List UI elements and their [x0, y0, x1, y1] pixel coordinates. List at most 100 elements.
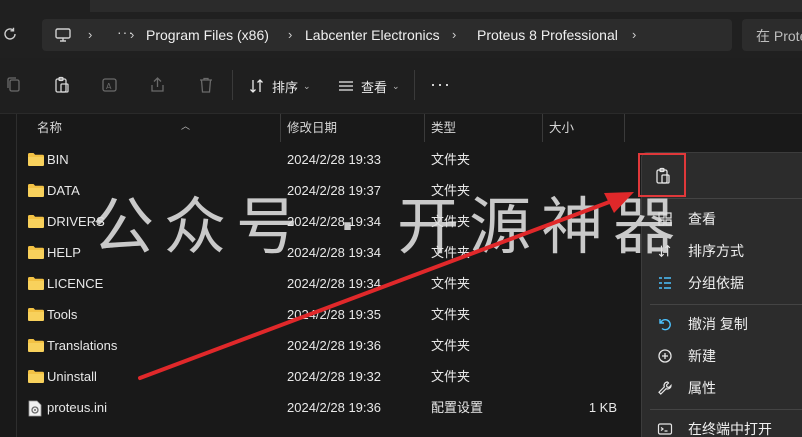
folder-icon: [27, 307, 45, 322]
menu-item-open-terminal[interactable]: 在终端中打开: [642, 413, 802, 437]
menu-item-properties[interactable]: 属性: [642, 372, 802, 404]
folder-icon: [27, 183, 45, 198]
menu-item-terminal-label: 在终端中打开: [688, 421, 772, 437]
view-label: 查看: [361, 79, 388, 95]
sort-label: 排序: [272, 79, 299, 95]
breadcrumb-program-files[interactable]: Program Files (x86): [146, 25, 269, 45]
wrench-icon: [658, 381, 672, 395]
folder-icon: [27, 214, 45, 229]
rename-icon[interactable]: A: [100, 75, 122, 97]
menu-separator: [650, 409, 802, 410]
table-row[interactable]: Tools 2024/2/28 19:35 文件夹: [17, 299, 637, 330]
copy-icon[interactable]: [4, 75, 26, 97]
table-row[interactable]: LICENCE 2024/2/28 19:34 文件夹: [17, 268, 637, 299]
file-size: [547, 268, 617, 299]
folder-icon: [27, 245, 45, 260]
title-strip: [0, 0, 802, 12]
paste-icon[interactable]: [52, 75, 74, 97]
file-size: [547, 361, 617, 392]
chevron-right-icon[interactable]: ›: [452, 25, 456, 45]
file-type: 文件夹: [431, 307, 471, 322]
group-icon: [659, 277, 671, 289]
address-bar[interactable]: › ··· › Program Files (x86) › Labcenter …: [42, 19, 732, 51]
file-name: HELP: [47, 245, 81, 260]
address-row: › ··· › Program Files (x86) › Labcenter …: [0, 12, 802, 58]
table-row[interactable]: BIN 2024/2/28 19:33 文件夹: [17, 144, 637, 175]
menu-item-undo-label: 撤消 复制: [688, 316, 748, 332]
file-size: [547, 299, 617, 330]
delete-icon[interactable]: [196, 75, 218, 97]
folder-icon: [27, 276, 45, 291]
menu-item-group-label: 分组依据: [688, 275, 744, 291]
table-row[interactable]: Uninstall 2024/2/28 19:32 文件夹: [17, 361, 637, 392]
breadcrumb-labcenter[interactable]: Labcenter Electronics: [305, 25, 440, 45]
column-header-name[interactable]: 名称 ︿: [31, 114, 281, 142]
toolbar-divider: [414, 70, 415, 100]
chevron-down-icon: ⌄: [303, 80, 311, 91]
table-row[interactable]: Translations 2024/2/28 19:36 文件夹: [17, 330, 637, 361]
file-name: BIN: [47, 152, 69, 167]
breadcrumb-proteus[interactable]: Proteus 8 Professional: [477, 25, 618, 45]
file-type: 文件夹: [431, 276, 471, 291]
settings-file-icon: [27, 400, 45, 417]
share-icon[interactable]: [148, 75, 170, 97]
sort-caret-icon: ︿: [181, 121, 191, 131]
file-date: 2024/2/28 19:32: [287, 369, 381, 384]
file-date: 2024/2/28 19:36: [287, 400, 381, 415]
chevron-down-icon: ⌄: [392, 80, 400, 91]
menu-item-properties-label: 属性: [688, 380, 716, 396]
file-name: DATA: [47, 183, 80, 198]
menu-item-new-label: 新建: [688, 348, 716, 364]
file-date: 2024/2/28 19:34: [287, 276, 381, 291]
file-name: proteus.ini: [47, 400, 107, 415]
file-type: 文件夹: [431, 152, 471, 167]
menu-item-group-by[interactable]: 分组依据: [642, 267, 802, 299]
file-name: LICENCE: [47, 276, 104, 291]
sort-icon: [250, 79, 263, 93]
svg-text:A: A: [106, 82, 112, 91]
column-name-label: 名称: [37, 121, 63, 135]
file-size: 1 KB: [588, 400, 617, 415]
menu-separator: [650, 304, 802, 305]
column-type-label: 类型: [431, 121, 457, 135]
menu-item-sort-label: 排序方式: [688, 243, 744, 259]
file-type: 配置设置: [431, 400, 484, 415]
column-header: 名称 ︿ 修改日期 类型 大小: [17, 114, 627, 142]
column-header-type[interactable]: 类型: [425, 114, 543, 142]
search-input[interactable]: 在 Proteus: [742, 19, 802, 51]
column-header-size[interactable]: 大小: [543, 114, 625, 142]
sort-button[interactable]: 排序 ⌄: [248, 75, 311, 97]
chevron-right-icon[interactable]: ›: [632, 25, 636, 45]
folder-icon: [27, 338, 45, 353]
column-size-label: 大小: [549, 121, 575, 135]
table-row[interactable]: proteus.ini 2024/2/28 19:36 配置设置 1 KB: [17, 392, 637, 423]
view-button[interactable]: 查看 ⌄: [337, 75, 400, 97]
file-name: Uninstall: [47, 369, 97, 384]
menu-item-view-label: 查看: [688, 211, 716, 227]
file-size: [547, 144, 617, 175]
chevron-right-icon[interactable]: ›: [288, 25, 292, 45]
chevron-right-icon[interactable]: ›: [88, 25, 92, 45]
file-date: 2024/2/28 19:33: [287, 152, 381, 167]
file-name: Translations: [47, 338, 118, 353]
undo-icon: [659, 319, 671, 331]
computer-icon[interactable]: [54, 26, 72, 44]
command-bar: A 排序 ⌄ 查看 ⌄ ···: [0, 58, 802, 114]
chevron-right-icon[interactable]: ›: [130, 25, 134, 45]
file-size: [547, 330, 617, 361]
menu-item-undo-copy[interactable]: 撤消 复制: [642, 308, 802, 340]
folder-icon: [27, 152, 45, 167]
add-circle-icon: [658, 349, 672, 363]
terminal-icon: [657, 423, 673, 435]
refresh-icon[interactable]: [2, 26, 22, 46]
menu-item-new[interactable]: 新建: [642, 340, 802, 372]
file-date: 2024/2/28 19:35: [287, 307, 381, 322]
folder-icon: [27, 369, 45, 384]
file-type: 文件夹: [431, 338, 471, 353]
watermark-text: 公众号 · 开源神器: [92, 190, 686, 263]
more-options-button[interactable]: ···: [430, 74, 451, 95]
column-header-date[interactable]: 修改日期: [281, 114, 425, 142]
tab-strip: [90, 0, 802, 12]
file-name: Tools: [47, 307, 78, 322]
file-type: 文件夹: [431, 369, 471, 384]
